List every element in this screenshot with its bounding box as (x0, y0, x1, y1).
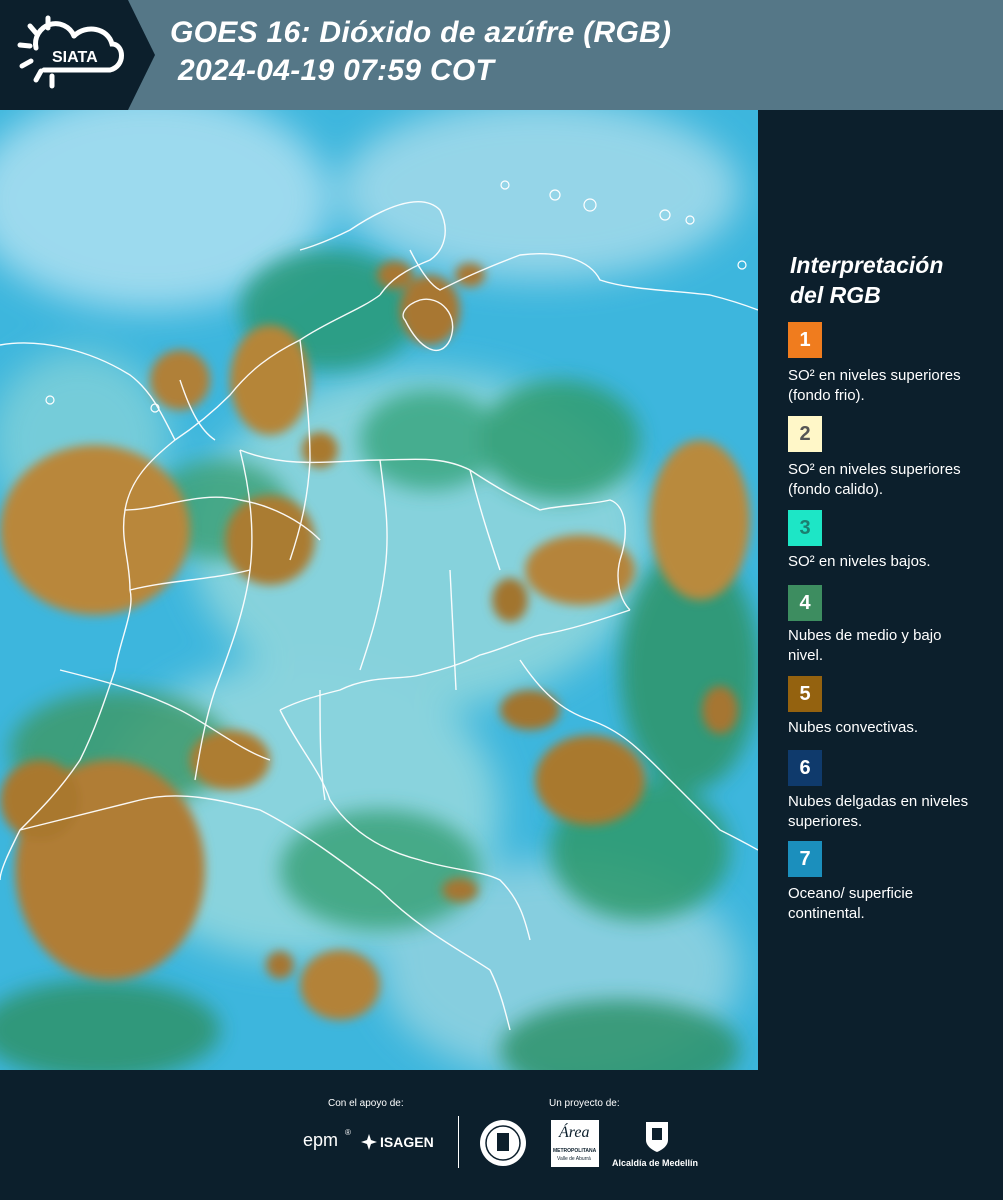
area-metropolitana-logo: Área METROPOLITANA Valle de Aburrá (551, 1120, 599, 1167)
page-timestamp: 2024-04-19 07:59 COT (178, 54, 495, 87)
legend-swatch-7: 7 (788, 841, 822, 877)
legend-desc-3: SO² en niveles bajos. (788, 553, 931, 570)
legend-title-line1: Interpretación (790, 252, 944, 278)
header: SIATA GOES 16: Dióxido de azúfre (RGB) 2… (0, 0, 1003, 110)
isagen-logo: ISAGEN (380, 1134, 434, 1150)
area-logo-sub1: METROPOLITANA (553, 1148, 597, 1154)
epm-logo: epm (303, 1130, 339, 1150)
legend-swatch-1: 1 (788, 322, 822, 358)
area-logo-text: Área (559, 1124, 590, 1141)
satellite-map[interactable] (0, 110, 758, 1070)
legend-swatch-4: 4 (788, 585, 822, 621)
legend-desc-6: Nubes delgadas en niveles superiores. (788, 793, 969, 830)
legend-panel: Interpretación del RGB 1 SO² en niveles … (760, 110, 1003, 1070)
legend-swatch-3: 3 (788, 510, 822, 546)
legend-desc-7: Oceano/ superficie continental. (788, 885, 914, 922)
seal-icon (480, 1120, 526, 1166)
area-logo-sub2: Valle de Aburrá (557, 1156, 591, 1162)
siata-logo-text: SIATA (52, 49, 98, 66)
legend-title-line2: del RGB (790, 282, 881, 308)
project-label: Un proyecto de: (549, 1098, 620, 1109)
legend-title: Interpretación del RGB (790, 250, 990, 310)
legend-desc-5: Nubes convectivas. (788, 719, 919, 736)
legend-desc-1: SO² en niveles superiores (fondo frio). (788, 367, 961, 404)
footer: Con el apoyo de: Un proyecto de: epm ® I… (0, 1070, 1003, 1200)
legend-desc-4: Nubes de medio y bajo nivel. (788, 627, 942, 664)
isagen-icon (361, 1134, 377, 1150)
legend-swatch-6: 6 (788, 750, 822, 786)
siata-logo-shape: SIATA (0, 0, 155, 110)
siata-logo: SIATA (0, 0, 155, 110)
legend-swatch-2: 2 (788, 416, 822, 452)
support-label: Con el apoyo de: (328, 1098, 404, 1109)
satellite-map-svg (0, 110, 758, 1070)
alcaldia-label: Alcaldía de Medellín (612, 1158, 699, 1168)
coat-of-arms-icon (646, 1122, 668, 1152)
footer-divider (458, 1116, 459, 1168)
legend-swatch-5: 5 (788, 676, 822, 712)
registered-mark: ® (345, 1128, 351, 1137)
page-title: GOES 16: Dióxido de azúfre (RGB) (170, 16, 672, 49)
legend-desc-2: SO² en niveles superiores (fondo calido)… (788, 461, 961, 498)
